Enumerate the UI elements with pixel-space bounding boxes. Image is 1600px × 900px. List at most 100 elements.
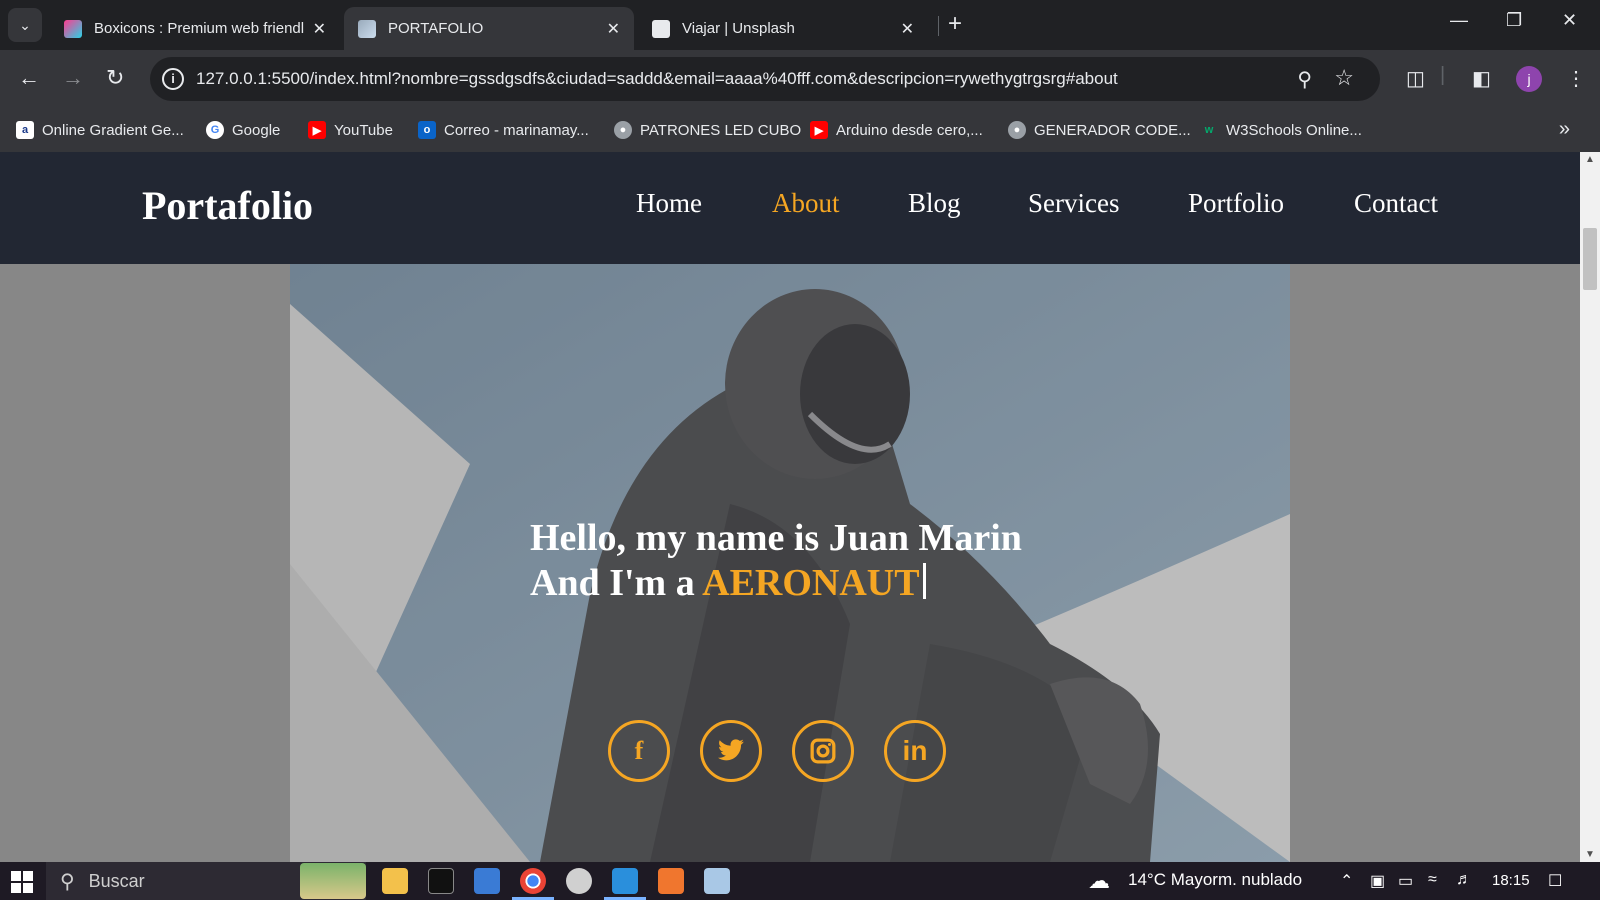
w3schools-icon: w (1200, 121, 1218, 139)
url-text[interactable]: 127.0.0.1:5500/index.html?nombre=gssdgsd… (196, 69, 1118, 89)
search-icon: ⚲ (60, 870, 75, 893)
extensions-icon[interactable]: ◫ (1406, 66, 1425, 91)
bookmark-item[interactable]: ▶ YouTube (308, 108, 393, 152)
bookmark-label: W3Schools Online... (1226, 121, 1362, 139)
back-button[interactable]: ← (18, 67, 40, 89)
chrome-icon[interactable] (512, 868, 554, 900)
tab-portafolio[interactable]: PORTAFOLIO ✕ (344, 7, 634, 50)
globe-icon: ● (614, 121, 632, 139)
tab-unsplash[interactable]: Viajar | Unsplash ✕ (638, 7, 928, 50)
nav-about[interactable]: About (772, 188, 840, 219)
close-window-icon[interactable]: ✕ (1562, 10, 1577, 31)
app-icon[interactable] (474, 868, 500, 894)
tab-title: PORTAFOLIO (388, 20, 484, 37)
terminal-icon[interactable] (428, 868, 454, 894)
twitter-button[interactable] (700, 720, 762, 782)
tab-search-button[interactable]: ⌄ (8, 8, 42, 42)
linkedin-icon: in (902, 735, 928, 766)
instagram-button[interactable] (792, 720, 854, 782)
nav-portfolio[interactable]: Portfolio (1188, 188, 1284, 219)
scroll-up-icon[interactable]: ▲ (1585, 154, 1595, 165)
gradient-site-icon: a (16, 121, 34, 139)
vscode-icon[interactable] (604, 868, 646, 900)
xampp-icon[interactable] (658, 868, 684, 894)
zoom-icon[interactable]: ⚲ (1297, 67, 1312, 92)
tab-strip: ⌄ Boxicons : Premium web friendl ✕ PORTA… (0, 0, 1600, 50)
chevron-down-icon: ⌄ (19, 16, 31, 33)
hero-role-prefix: And I'm a (530, 562, 703, 604)
bookmark-label: GENERADOR CODE... (1034, 121, 1191, 139)
bookmark-item[interactable]: ● GENERADOR CODE... (1008, 108, 1191, 152)
windows-start-icon[interactable] (10, 870, 34, 894)
profile-avatar[interactable]: j (1516, 66, 1542, 92)
bookmark-item[interactable]: ▶ Arduino desde cero,... (810, 108, 983, 152)
address-bar[interactable]: i 127.0.0.1:5500/index.html?nombre=gssdg… (150, 57, 1380, 101)
app-icon[interactable] (704, 868, 730, 894)
nav-blog[interactable]: Blog (908, 188, 961, 219)
bookmark-star-icon[interactable]: ☆ (1334, 65, 1354, 91)
close-tab-icon[interactable]: ✕ (313, 19, 326, 39)
more-bookmarks-icon[interactable]: » (1559, 118, 1570, 141)
bookmark-item[interactable]: w W3Schools Online... (1200, 108, 1362, 152)
close-tab-icon[interactable]: ✕ (607, 19, 620, 39)
tab-boxicons[interactable]: Boxicons : Premium web friendl ✕ (50, 7, 340, 50)
bookmark-label: Online Gradient Ge... (42, 121, 184, 139)
battery-icon[interactable]: ▭ (1398, 871, 1413, 891)
hero-role-typed: AERONAUT (702, 562, 920, 604)
chatgpt-icon[interactable] (566, 868, 592, 894)
hero-greeting: Hello, my name is Juan Marin (530, 517, 1022, 559)
instagram-icon (810, 738, 836, 764)
tab-separator (938, 16, 939, 36)
site-logo[interactable]: Portafolio (142, 182, 313, 229)
side-panel-icon[interactable]: ◧ (1472, 66, 1491, 91)
linkedin-button[interactable]: in (884, 720, 946, 782)
taskbar-clock[interactable]: 18:15 (1492, 872, 1530, 889)
google-icon: G (206, 121, 224, 139)
typing-cursor (922, 563, 926, 599)
weather-cloud-icon: ☁ (1088, 868, 1110, 893)
wifi-icon[interactable]: ≈ (1428, 871, 1437, 889)
scrollbar-thumb[interactable] (1583, 228, 1597, 290)
page-scrollbar[interactable]: ▲ ▼ (1580, 152, 1600, 862)
hero-heading: Hello, my name is Juan Marin And I'm a A… (530, 516, 1022, 606)
minimize-icon[interactable]: — (1450, 10, 1468, 31)
notifications-icon[interactable]: ☐ (1548, 871, 1562, 891)
facebook-button[interactable]: f (608, 720, 670, 782)
bookmark-label: YouTube (334, 121, 393, 139)
toolbar-divider: | (1440, 64, 1446, 86)
bookmark-item[interactable]: o Correo - marinamay... (418, 108, 589, 152)
nav-services[interactable]: Services (1028, 188, 1119, 219)
tab-title: Boxicons : Premium web friendl (94, 20, 304, 37)
forward-button[interactable]: → (62, 67, 84, 89)
search-highlight-image[interactable] (300, 863, 366, 899)
bookmark-item[interactable]: ● PATRONES LED CUBO (614, 108, 801, 152)
scroll-down-icon[interactable]: ▼ (1585, 849, 1595, 860)
globe-icon: ● (1008, 121, 1026, 139)
menu-kebab-icon[interactable]: ⋮ (1566, 66, 1586, 91)
facebook-icon: f (634, 736, 644, 765)
weather-widget[interactable]: 14°C Mayorm. nublado (1128, 870, 1302, 890)
nav-home[interactable]: Home (636, 188, 702, 219)
reload-button[interactable]: ↻ (106, 67, 124, 89)
page-viewport: Portafolio Home About Blog Services Port… (0, 152, 1580, 862)
bookmark-label: Correo - marinamay... (444, 121, 589, 139)
windows-taskbar: ⚲ Buscar ☁ 14°C Mayorm. nublado ⌃ ▣ ▭ ≈ … (0, 862, 1600, 900)
bookmark-label: Arduino desde cero,... (836, 121, 983, 139)
volume-icon[interactable]: ♬ (1456, 871, 1472, 889)
nav-contact[interactable]: Contact (1354, 188, 1438, 219)
browser-toolbar: ← → ↻ i 127.0.0.1:5500/index.html?nombre… (0, 50, 1600, 108)
bookmark-label: Google (232, 121, 281, 139)
site-info-icon[interactable]: i (162, 68, 184, 90)
new-tab-button[interactable]: + (948, 12, 962, 36)
site-header: Portafolio Home About Blog Services Port… (0, 152, 1580, 264)
close-tab-icon[interactable]: ✕ (901, 19, 914, 39)
youtube-icon: ▶ (308, 121, 326, 139)
bookmark-label: PATRONES LED CUBO (640, 121, 802, 139)
meet-icon[interactable]: ▣ (1370, 871, 1385, 891)
boxicons-favicon-icon (64, 19, 82, 38)
chevron-up-icon[interactable]: ⌃ (1340, 871, 1353, 891)
bookmark-item[interactable]: a Online Gradient Ge... (16, 108, 184, 152)
file-explorer-icon[interactable] (382, 868, 408, 894)
bookmark-item[interactable]: G Google (206, 108, 280, 152)
restore-icon[interactable]: ❐ (1506, 10, 1522, 31)
